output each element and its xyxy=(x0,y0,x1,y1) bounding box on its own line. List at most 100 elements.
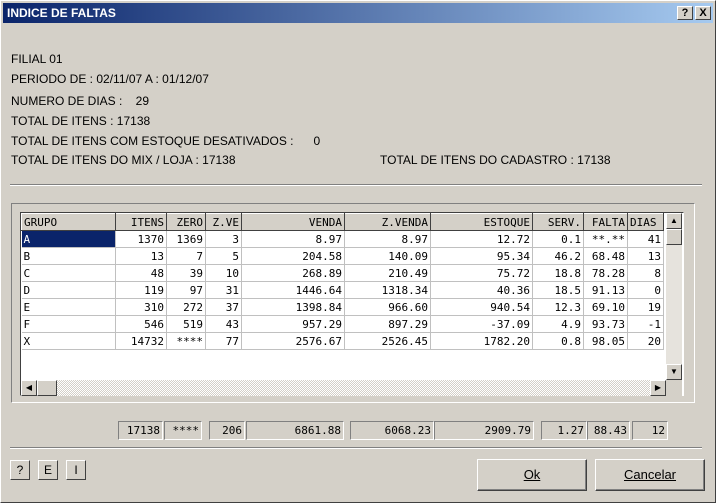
table-cell[interactable]: B xyxy=(21,247,116,265)
table-cell[interactable]: 37 xyxy=(205,298,242,316)
table-cell[interactable]: A xyxy=(21,230,116,248)
vertical-scroll-thumb[interactable] xyxy=(666,229,682,245)
title-help-button[interactable]: ? xyxy=(677,6,693,20)
col-header-serv[interactable]: SERV. xyxy=(532,213,584,231)
scroll-up-icon[interactable]: ▲ xyxy=(666,213,682,229)
table-cell[interactable]: 519 xyxy=(166,315,206,333)
vertical-scrollbar[interactable]: ▲ ▼ xyxy=(666,213,682,380)
table-cell[interactable]: 13 xyxy=(627,247,664,265)
table-cell[interactable]: 48 xyxy=(115,264,167,282)
table-cell[interactable]: 69.10 xyxy=(583,298,628,316)
table-cell[interactable]: 43 xyxy=(205,315,242,333)
scroll-left-icon[interactable]: ◀ xyxy=(21,380,37,396)
table-cell[interactable]: 12.72 xyxy=(430,230,533,248)
col-header-falta[interactable]: FALTA xyxy=(583,213,628,231)
table-cell[interactable]: 18.8 xyxy=(532,264,584,282)
cancel-button[interactable]: Cancelar xyxy=(595,459,705,491)
scroll-down-icon[interactable]: ▼ xyxy=(666,364,682,380)
table-row[interactable]: A 1370 1369 3 8.97 8.97 12.72 0.1 **.** … xyxy=(21,230,664,248)
table-cell[interactable]: 18.5 xyxy=(532,281,584,299)
col-header-venda[interactable]: VENDA xyxy=(241,213,345,231)
table-cell[interactable]: 97 xyxy=(166,281,206,299)
i-button[interactable]: I xyxy=(66,460,86,480)
table-cell[interactable]: **.** xyxy=(583,230,628,248)
table-cell[interactable]: 119 xyxy=(115,281,167,299)
table-cell[interactable]: F xyxy=(21,315,116,333)
table-cell[interactable]: 68.48 xyxy=(583,247,628,265)
col-header-itens[interactable]: ITENS xyxy=(115,213,167,231)
table-row[interactable]: E 310 272 37 1398.84 966.60 940.54 12.3 … xyxy=(21,298,664,316)
horizontal-scrollbar[interactable]: ◀ ▶ xyxy=(21,380,666,396)
data-grid[interactable]: GRUPO ITENS ZERO Z.VE VENDA Z.VENDA ESTO… xyxy=(20,212,684,396)
col-header-dias[interactable]: DIAS xyxy=(627,213,664,231)
table-cell[interactable]: 2576.67 xyxy=(241,332,345,350)
table-cell[interactable]: 0 xyxy=(627,281,664,299)
horizontal-scroll-thumb[interactable] xyxy=(37,380,57,396)
table-cell[interactable]: 77 xyxy=(205,332,242,350)
table-cell[interactable]: 897.29 xyxy=(344,315,431,333)
table-cell[interactable]: 40.36 xyxy=(430,281,533,299)
table-cell[interactable]: 4.9 xyxy=(532,315,584,333)
table-cell[interactable]: D xyxy=(21,281,116,299)
table-cell[interactable]: 31 xyxy=(205,281,242,299)
table-cell[interactable]: 10 xyxy=(205,264,242,282)
table-cell[interactable]: 78.28 xyxy=(583,264,628,282)
col-header-estoque[interactable]: ESTOQUE xyxy=(430,213,533,231)
table-cell[interactable]: 8.97 xyxy=(344,230,431,248)
table-cell[interactable]: 5 xyxy=(205,247,242,265)
table-cell[interactable]: 93.73 xyxy=(583,315,628,333)
table-cell[interactable]: 1782.20 xyxy=(430,332,533,350)
table-cell[interactable]: 1446.64 xyxy=(241,281,345,299)
table-cell[interactable]: C xyxy=(21,264,116,282)
table-cell[interactable]: 8 xyxy=(627,264,664,282)
table-cell[interactable]: X xyxy=(21,332,116,350)
col-header-zvenda[interactable]: Z.VENDA xyxy=(344,213,431,231)
table-cell[interactable]: -1 xyxy=(627,315,664,333)
col-header-zero[interactable]: ZERO xyxy=(166,213,206,231)
table-cell[interactable]: 1369 xyxy=(166,230,206,248)
table-cell[interactable]: 14732 xyxy=(115,332,167,350)
table-cell[interactable]: 7 xyxy=(166,247,206,265)
table-cell[interactable]: 46.2 xyxy=(532,247,584,265)
table-cell[interactable]: 210.49 xyxy=(344,264,431,282)
table-cell[interactable]: 966.60 xyxy=(344,298,431,316)
table-cell[interactable]: 13 xyxy=(115,247,167,265)
table-cell[interactable]: 310 xyxy=(115,298,167,316)
table-cell[interactable]: 1318.34 xyxy=(344,281,431,299)
table-cell[interactable]: 75.72 xyxy=(430,264,533,282)
table-row[interactable]: F 546 519 43 957.29 897.29 -37.09 4.9 93… xyxy=(21,315,664,333)
table-cell[interactable]: 19 xyxy=(627,298,664,316)
table-cell[interactable]: 940.54 xyxy=(430,298,533,316)
table-cell[interactable]: 39 xyxy=(166,264,206,282)
table-cell[interactable]: 95.34 xyxy=(430,247,533,265)
table-cell[interactable]: 91.13 xyxy=(583,281,628,299)
table-cell[interactable]: 0.1 xyxy=(532,230,584,248)
table-cell[interactable]: 268.89 xyxy=(241,264,345,282)
table-cell[interactable]: 2526.45 xyxy=(344,332,431,350)
table-cell[interactable]: -37.09 xyxy=(430,315,533,333)
table-cell[interactable]: 140.09 xyxy=(344,247,431,265)
table-cell[interactable]: **** xyxy=(166,332,206,350)
title-close-button[interactable]: X xyxy=(695,6,711,20)
table-cell[interactable]: 3 xyxy=(205,230,242,248)
col-header-zve[interactable]: Z.VE xyxy=(205,213,242,231)
table-cell[interactable]: 1370 xyxy=(115,230,167,248)
table-cell[interactable]: 20 xyxy=(627,332,664,350)
table-cell[interactable]: 98.05 xyxy=(583,332,628,350)
table-cell[interactable]: 272 xyxy=(166,298,206,316)
table-row[interactable]: X 14732 **** 77 2576.67 2526.45 1782.20 … xyxy=(21,332,664,350)
table-cell[interactable]: 0.8 xyxy=(532,332,584,350)
title-bar[interactable]: INDICE DE FALTAS ? X xyxy=(3,3,713,23)
col-header-grupo[interactable]: GRUPO xyxy=(21,213,116,231)
table-cell[interactable]: E xyxy=(21,298,116,316)
scroll-right-icon[interactable]: ▶ xyxy=(650,380,666,396)
table-cell[interactable]: 1398.84 xyxy=(241,298,345,316)
table-row[interactable]: D 119 97 31 1446.64 1318.34 40.36 18.5 9… xyxy=(21,281,664,299)
table-cell[interactable]: 957.29 xyxy=(241,315,345,333)
table-row[interactable]: B 13 7 5 204.58 140.09 95.34 46.2 68.48 … xyxy=(21,247,664,265)
e-button[interactable]: E xyxy=(38,460,58,480)
ok-button[interactable]: Ok xyxy=(477,459,587,491)
table-cell[interactable]: 41 xyxy=(627,230,664,248)
table-row[interactable]: C 48 39 10 268.89 210.49 75.72 18.8 78.2… xyxy=(21,264,664,282)
help-button[interactable]: ? xyxy=(10,460,30,480)
